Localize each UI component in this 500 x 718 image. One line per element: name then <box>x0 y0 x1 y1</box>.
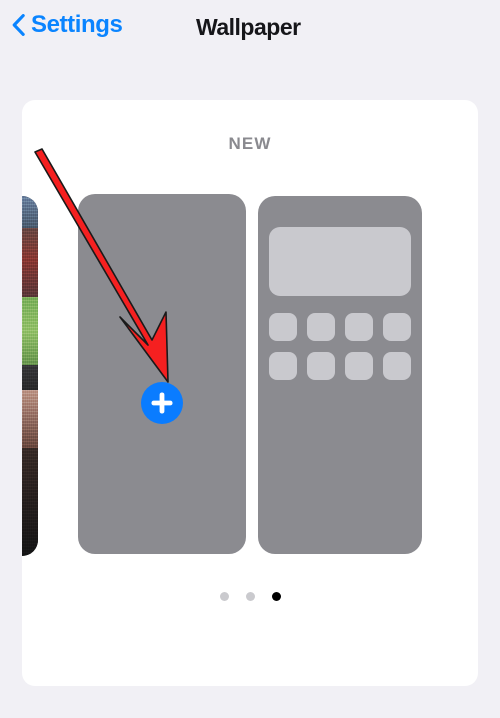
app-icon-8 <box>383 352 411 380</box>
page-dot-2[interactable] <box>245 592 255 601</box>
page-title: Wallpaper <box>196 14 301 40</box>
wallpaper-card-home-screen[interactable] <box>258 196 422 554</box>
add-wallpaper-plus-button[interactable] <box>141 382 183 424</box>
app-icon-5 <box>269 352 297 380</box>
photo-texture-overlay <box>22 196 38 556</box>
carousel-page-dots <box>22 592 478 601</box>
app-icon-1 <box>269 313 297 341</box>
app-icon-6 <box>307 352 335 380</box>
plus-icon <box>141 382 183 424</box>
chevron-left-icon <box>12 14 25 36</box>
navigation-bar: Settings Wallpaper <box>0 0 500 60</box>
page-dot-3[interactable] <box>271 592 281 601</box>
home-app-icon-grid <box>269 313 411 380</box>
home-widget-placeholder <box>269 227 411 296</box>
wallpaper-card-photo[interactable] <box>22 196 38 556</box>
app-icon-2 <box>307 313 335 341</box>
back-button-label: Settings <box>31 11 123 38</box>
wallpaper-panel: NEW <box>22 100 478 686</box>
app-icon-3 <box>345 313 373 341</box>
back-to-settings-button[interactable]: Settings <box>12 11 123 38</box>
page-dot-1[interactable] <box>219 592 229 601</box>
app-icon-4 <box>383 313 411 341</box>
wallpaper-card-add-new[interactable] <box>78 194 246 554</box>
app-icon-7 <box>345 352 373 380</box>
